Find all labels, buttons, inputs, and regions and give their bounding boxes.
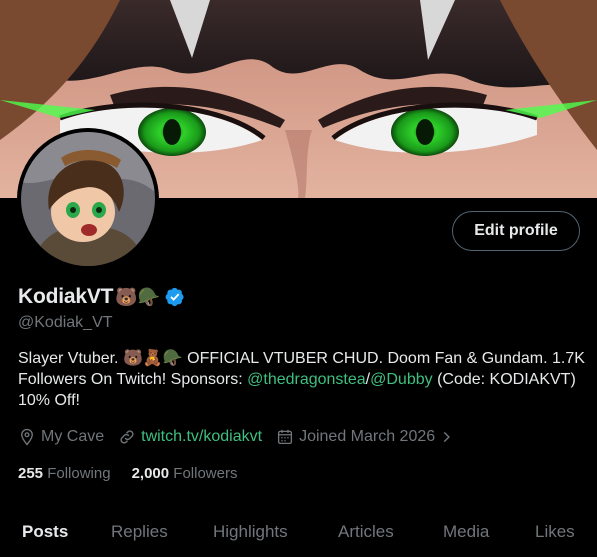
chevron-right-icon [443, 431, 451, 443]
joined-text: Joined March 2026 [299, 428, 436, 445]
link-icon [120, 430, 134, 444]
followers-link[interactable]: 2,000 Followers [132, 465, 238, 482]
following-count: 255 [18, 465, 44, 482]
followers-count: 2,000 [131, 465, 170, 482]
following-link[interactable]: 255 Following [18, 465, 111, 482]
mention-dubby[interactable]: @Dubby [370, 371, 433, 388]
tab-media[interactable]: Media [443, 522, 489, 542]
followers-label: Followers [173, 465, 238, 482]
location-icon [21, 428, 33, 446]
calendar-icon [278, 429, 293, 445]
profile-tabs: Posts Replies Highlights Articles Media … [0, 508, 597, 557]
tab-posts[interactable]: Posts [22, 522, 68, 542]
verified-badge-icon[interactable] [165, 287, 185, 307]
follow-stats: 255 Following 2,000 Followers [18, 465, 237, 482]
tab-highlights[interactable]: Highlights [213, 522, 288, 542]
profile-name-row: KodiakVT 🐻🪖 [18, 285, 185, 309]
location-item: My Cave [18, 428, 104, 446]
mention-thedragonstea[interactable]: @thedragonstea [247, 371, 366, 388]
profile-handle: @Kodiak_VT [18, 314, 113, 331]
location-text: My Cave [41, 428, 105, 445]
tab-articles[interactable]: Articles [338, 522, 394, 542]
profile-bio: Slayer Vtuber. 🐻🧸🪖 OFFICIAL VTUBER CHUD.… [18, 348, 588, 411]
tab-replies[interactable]: Replies [111, 522, 168, 542]
avatar-image [21, 132, 155, 266]
name-emojis: 🐻🪖 [115, 287, 161, 307]
following-label: Following [47, 465, 111, 482]
display-name: KodiakVT [18, 285, 114, 308]
joined-item[interactable]: Joined March 2026 [276, 428, 453, 446]
profile-meta: My Cave twitch.tv/kodiakvt Joined March … [18, 428, 467, 446]
website-link[interactable]: twitch.tv/kodiakvt [141, 428, 262, 446]
edit-profile-button[interactable]: Edit profile [452, 211, 580, 251]
profile-avatar[interactable] [17, 128, 159, 270]
tab-likes[interactable]: Likes [535, 522, 575, 542]
bio-emojis: 🐻🧸🪖 [122, 350, 183, 367]
bio-text-1: Slayer Vtuber. [18, 350, 123, 367]
website-item[interactable]: twitch.tv/kodiakvt [118, 428, 262, 446]
